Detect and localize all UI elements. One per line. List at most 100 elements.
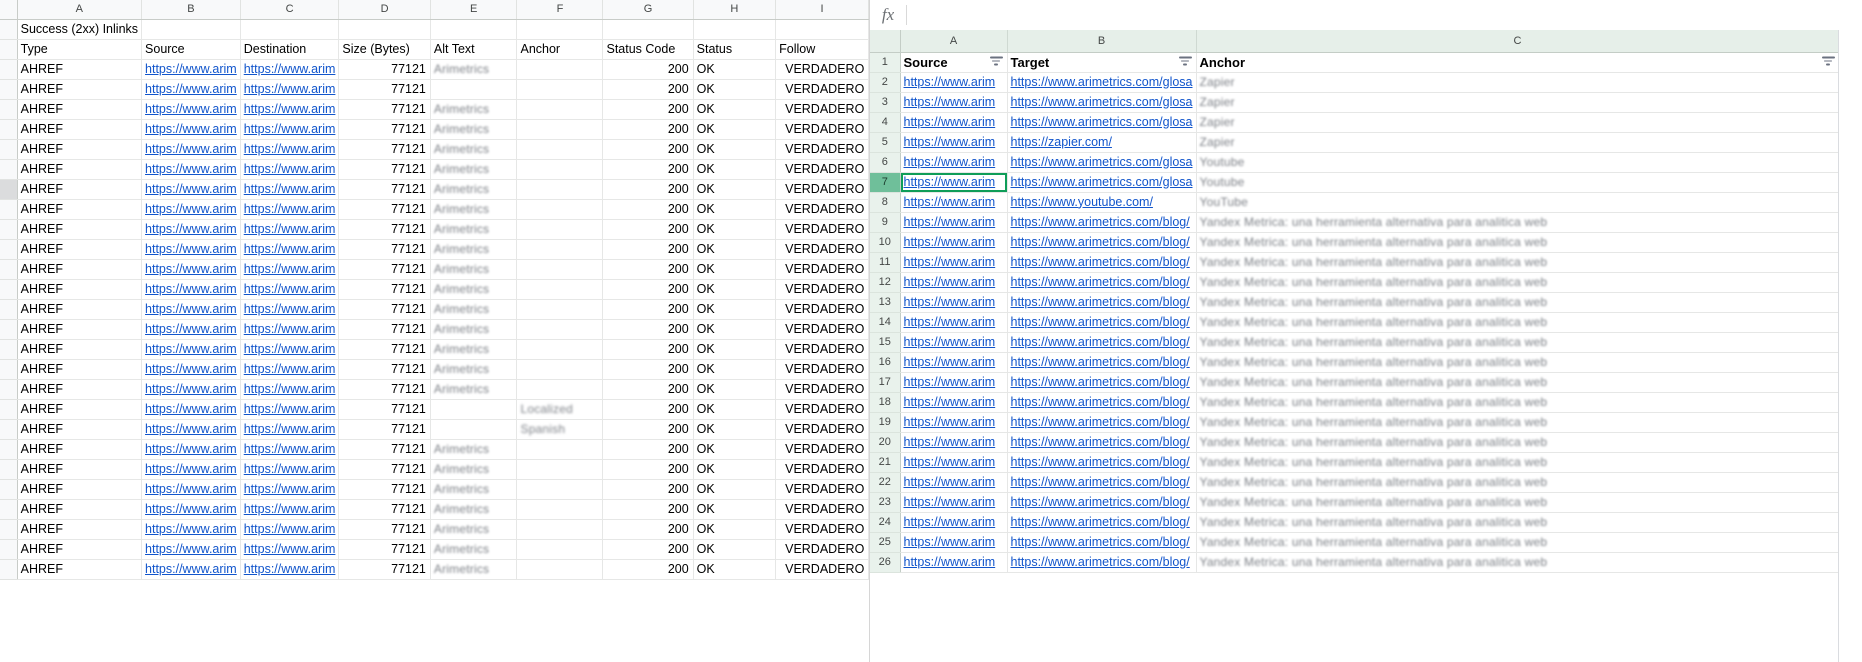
left-cell-type[interactable]: AHREF [17, 359, 143, 380]
right-cell-target[interactable]: https://www.arimetrics.com/blog/ [1007, 312, 1197, 333]
left-spreadsheet-panel[interactable]: A B C D E F G H I Success (2xx) Inlinks Type Source… [0, 0, 869, 662]
right-cell-target[interactable]: https://www.arimetrics.com/blog/ [1007, 332, 1197, 353]
right-cell-source[interactable]: https://www.arim [900, 252, 1008, 273]
left-row-header[interactable] [0, 239, 18, 260]
left-cell-source[interactable]: https://www.arim [141, 279, 241, 300]
left-cell-follow[interactable]: VERDADERO [775, 359, 869, 380]
left-cell-anchor[interactable] [516, 479, 604, 500]
left-cell-source[interactable]: https://www.arim [141, 299, 241, 320]
left-cell-anchor[interactable] [516, 179, 604, 200]
table-row[interactable]: AHREF https://www.arim https://www.arim 771… [0, 179, 869, 200]
table-row[interactable]: AHREF https://www.arim https://www.arim 771… [0, 399, 869, 420]
left-row-header[interactable] [0, 59, 18, 80]
table-row[interactable]: AHREF https://www.arim https://www.arim 771… [0, 219, 869, 240]
left-row-header[interactable] [0, 419, 18, 440]
right-cell-anchor[interactable]: Zapier [1196, 92, 1840, 113]
left-cell-destination[interactable]: https://www.arim [240, 79, 340, 100]
table-row[interactable]: 24 https://www.arim https://www.arimetrics… [870, 512, 1840, 533]
table-row[interactable]: 8 https://www.arim https://www.youtube.com… [870, 192, 1840, 213]
left-cell-destination[interactable]: https://www.arim [240, 519, 340, 540]
left-corner-cell[interactable] [0, 0, 18, 20]
table-row[interactable]: 6 https://www.arim https://www.arimetrics.… [870, 152, 1840, 173]
right-spreadsheet-panel[interactable]: fx A B C 1 Source Target Anchor 2 https://www.ar… [869, 0, 1862, 662]
left-cell-type[interactable]: AHREF [17, 259, 143, 280]
left-cell-alt[interactable] [430, 419, 518, 440]
left-cell-anchor[interactable] [516, 199, 604, 220]
right-cell-anchor[interactable]: Yandex Metrica: una herramienta alternat… [1196, 372, 1840, 393]
left-cell-size[interactable]: 77121 [338, 79, 431, 100]
left-empty-cell[interactable] [516, 19, 604, 40]
left-cell-follow[interactable]: VERDADERO [775, 479, 869, 500]
left-cell-status_code[interactable]: 200 [602, 199, 694, 220]
left-cell-type[interactable]: AHREF [17, 99, 143, 120]
right-cell-source[interactable]: https://www.arim [900, 432, 1008, 453]
left-cell-anchor[interactable] [516, 139, 604, 160]
right-row-header[interactable]: 2 [870, 72, 901, 93]
left-cell-follow[interactable]: VERDADERO [775, 119, 869, 140]
left-cell-status[interactable]: OK [693, 99, 777, 120]
left-cell-status[interactable]: OK [693, 439, 777, 460]
table-row[interactable]: 19 https://www.arim https://www.arimetrics… [870, 412, 1840, 433]
left-cell-type[interactable]: AHREF [17, 399, 143, 420]
left-cell-anchor[interactable] [516, 279, 604, 300]
left-cell-size[interactable]: 77121 [338, 259, 431, 280]
left-cell-source[interactable]: https://www.arim [141, 539, 241, 560]
left-cell-size[interactable]: 77121 [338, 459, 431, 480]
right-cell-source[interactable]: https://www.arim [900, 232, 1008, 253]
right-cell-target[interactable]: https://www.youtube.com/ [1007, 192, 1197, 213]
left-row-header[interactable] [0, 179, 18, 200]
left-cell-follow[interactable]: VERDADERO [775, 99, 869, 120]
left-sheet-grid[interactable]: A B C D E F G H I Success (2xx) Inlinks Type Source… [0, 0, 869, 580]
right-cell-target[interactable]: https://www.arimetrics.com/glosa [1007, 72, 1197, 93]
left-empty-cell[interactable] [338, 19, 431, 40]
left-row-header[interactable] [0, 79, 18, 100]
right-cell-target[interactable]: https://www.arimetrics.com/blog/ [1007, 512, 1197, 533]
left-cell-size[interactable]: 77121 [338, 219, 431, 240]
table-row[interactable]: AHREF https://www.arim https://www.arim 771… [0, 479, 869, 500]
right-cell-target[interactable]: https://zapier.com/ [1007, 132, 1197, 153]
left-cell-alt[interactable]: Arimetrics [430, 219, 518, 240]
left-header-8[interactable]: Follow [775, 39, 869, 60]
left-cell-type[interactable]: AHREF [17, 279, 143, 300]
right-row-header[interactable]: 3 [870, 92, 901, 113]
right-cell-source[interactable]: https://www.arim [900, 152, 1008, 173]
left-cell-alt[interactable]: Arimetrics [430, 479, 518, 500]
right-cell-anchor[interactable]: Zapier [1196, 72, 1840, 93]
left-cell-anchor[interactable] [516, 439, 604, 460]
table-row[interactable]: AHREF https://www.arim https://www.arim 771… [0, 519, 869, 540]
left-cell-anchor[interactable] [516, 459, 604, 480]
left-cell-status[interactable]: OK [693, 559, 777, 580]
left-cell-anchor[interactable] [516, 239, 604, 260]
left-cell-alt[interactable]: Arimetrics [430, 559, 518, 580]
left-empty-cell[interactable] [775, 19, 869, 40]
filter-icon[interactable] [1178, 56, 1192, 68]
table-row[interactable]: 3 https://www.arim https://www.arimetrics.… [870, 92, 1840, 113]
left-cell-type[interactable]: AHREF [17, 519, 143, 540]
table-row[interactable]: 16 https://www.arim https://www.arimetrics… [870, 352, 1840, 373]
left-cell-size[interactable]: 77121 [338, 279, 431, 300]
left-row-header[interactable] [0, 279, 18, 300]
left-cell-type[interactable]: AHREF [17, 299, 143, 320]
right-cell-source[interactable]: https://www.arim [900, 392, 1008, 413]
right-cell-source[interactable]: https://www.arim [900, 192, 1008, 213]
table-row[interactable]: AHREF https://www.arim https://www.arim 771… [0, 79, 869, 100]
left-col-header-H[interactable]: H [693, 0, 777, 20]
left-cell-status[interactable]: OK [693, 399, 777, 420]
right-row-header[interactable]: 17 [870, 372, 901, 393]
right-cell-source[interactable]: https://www.arim [900, 312, 1008, 333]
table-row[interactable]: AHREF https://www.arim https://www.arim 771… [0, 379, 869, 400]
table-row[interactable]: AHREF https://www.arim https://www.arim 771… [0, 279, 869, 300]
left-cell-status_code[interactable]: 200 [602, 499, 694, 520]
left-cell-size[interactable]: 77121 [338, 119, 431, 140]
left-cell-source[interactable]: https://www.arim [141, 399, 241, 420]
left-cell-alt[interactable]: Arimetrics [430, 499, 518, 520]
left-empty-cell[interactable] [430, 19, 518, 40]
left-cell-anchor[interactable] [516, 219, 604, 240]
left-cell-type[interactable]: AHREF [17, 159, 143, 180]
right-cell-source[interactable]: https://www.arim [900, 132, 1008, 153]
left-cell-type[interactable]: AHREF [17, 539, 143, 560]
right-cell-anchor[interactable]: Yandex Metrica: una herramienta alternat… [1196, 272, 1840, 293]
right-cell-target[interactable]: https://www.arimetrics.com/blog/ [1007, 292, 1197, 313]
left-cell-alt[interactable]: Arimetrics [430, 279, 518, 300]
left-cell-anchor[interactable] [516, 159, 604, 180]
